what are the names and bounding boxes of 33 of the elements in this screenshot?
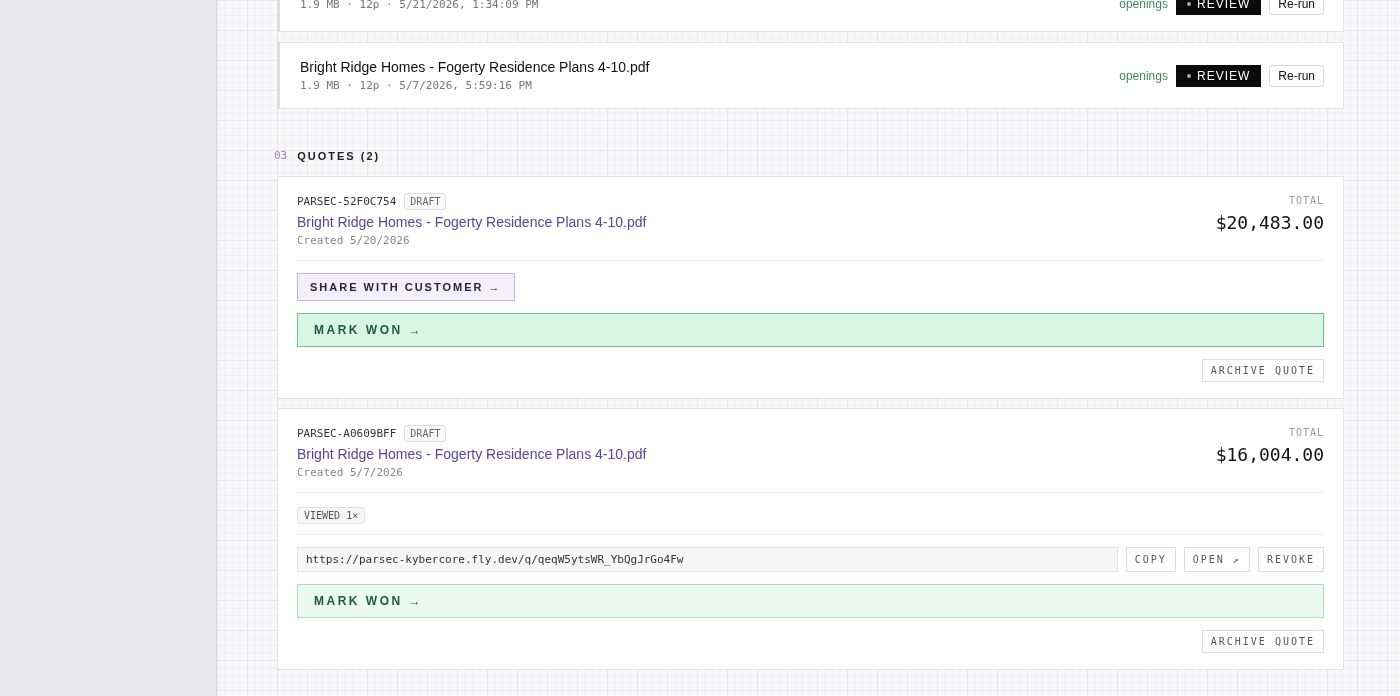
link-action-button[interactable]: REVOKE — [1257, 547, 1324, 572]
file-tag: openings — [1119, 68, 1168, 83]
created-date: Created 5/20/2026 — [297, 234, 411, 247]
review-button[interactable]: REVIEW — [1175, 64, 1262, 87]
section-title: QUOTES (2) — [297, 149, 381, 162]
file-title: Bright Ridge Homes - Fogerty Residence Plans 4-10.pdf — [300, 59, 651, 75]
status-badge: DRAFT — [404, 193, 447, 210]
total-label: TOTAL — [1288, 427, 1324, 438]
created-date: Created 5/7/2026 — [297, 466, 404, 479]
total-amount: $16,004.00 — [1215, 444, 1324, 465]
archive-quote-button[interactable]: ARCHIVE QUOTE — [1201, 630, 1324, 653]
status-badge: DRAFT — [404, 425, 447, 442]
viewed-badge: VIEWED 1× — [297, 507, 366, 524]
total-amount: $20,483.00 — [1215, 212, 1324, 233]
file-tag: openings — [1119, 0, 1168, 11]
mark-won-button[interactable]: MARK WON → — [297, 313, 1324, 347]
share-button[interactable]: SHARE WITH CUSTOMER → — [297, 273, 515, 301]
share-link-field[interactable]: https://parsec-kybercore.fly.dev/q/qeqW5ytsWR_YbQgJrGo4Fw — [297, 547, 1118, 572]
link-action-button[interactable]: COPY — [1125, 547, 1176, 572]
review-button[interactable]: REVIEW — [1175, 0, 1262, 15]
file-meta: 1.9 MB · 12p · 5/7/2026, 5:59:16 PM — [300, 79, 533, 92]
mark-won-button[interactable]: MARK WON → — [297, 584, 1324, 618]
rerun-button[interactable]: Re-run — [1269, 0, 1324, 15]
rerun-button[interactable]: Re-run — [1269, 64, 1324, 87]
link-action-button[interactable]: OPEN ↗ — [1183, 547, 1250, 572]
section-number: 03 — [274, 149, 288, 162]
archive-quote-button[interactable]: ARCHIVE QUOTE — [1201, 359, 1324, 382]
quote-code: PARSEC-A0609BFF — [297, 427, 397, 440]
file-meta: 1.9 MB · 12p · 5/21/2026, 1:34:09 PM — [300, 0, 540, 11]
total-label: TOTAL — [1288, 195, 1324, 206]
quote-title-link[interactable]: Bright Ridge Homes - Fogerty Residence Plans 4-10.pdf — [297, 446, 647, 462]
quote-code: PARSEC-52F0C754 — [297, 195, 397, 208]
quote-title-link[interactable]: Bright Ridge Homes - Fogerty Residence Plans 4-10.pdf — [297, 214, 647, 230]
